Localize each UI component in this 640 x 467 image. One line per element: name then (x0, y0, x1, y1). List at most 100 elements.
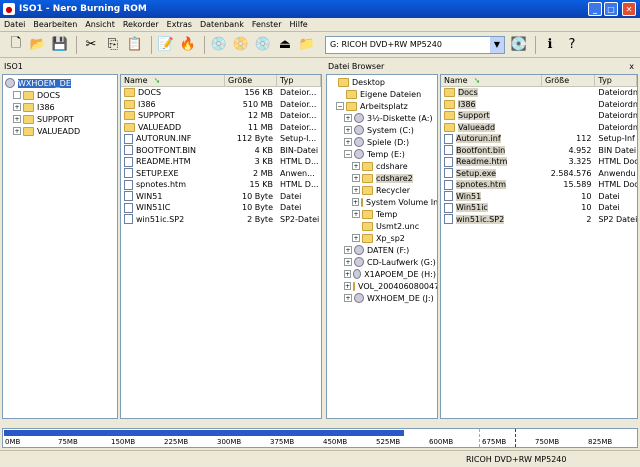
file-row[interactable]: BOOTFONT.BIN 4 KB BIN-Datei (121, 145, 321, 157)
menu-rekorder[interactable]: Rekorder (123, 20, 159, 29)
tree-item[interactable]: Usmt2.unc (328, 220, 436, 232)
expand-icon[interactable]: + (13, 127, 21, 135)
file-row[interactable]: WIN51IC 10 Byte Datei (121, 202, 321, 214)
tree-item[interactable]: + SUPPORT (5, 113, 115, 125)
tree-item[interactable]: + System (C:) (328, 124, 436, 136)
tree-item[interactable]: + VOL_2004060800470 (328, 280, 437, 292)
menu-ansicht[interactable]: Ansicht (85, 20, 115, 29)
tree-item[interactable]: + Spiele (D:) (328, 136, 436, 148)
file-row[interactable]: Support Dateiordn (441, 110, 637, 122)
file-row[interactable]: WIN51 10 Byte Datei (121, 191, 321, 203)
tree-root[interactable]: WXHOEM_DE (5, 77, 115, 89)
file-row[interactable]: Autorun.inf 112 Setup-Inf (441, 133, 637, 145)
copy-disc-icon[interactable]: 💿 (209, 35, 229, 55)
paste-icon[interactable]: 📋 (125, 35, 145, 55)
copy-icon[interactable]: ⎘ (103, 35, 123, 55)
tree-item[interactable]: Eigene Dateien (328, 88, 436, 100)
browser-tree[interactable]: Desktop Eigene Dateien − Arbeitsplatz +3½-Di… (326, 74, 438, 419)
compilation-file-list[interactable]: Name ➘ Größe Typ DOCS 156 KB Dateior... I386… (120, 74, 322, 419)
tree-item[interactable]: + Recycler (328, 184, 436, 196)
file-row[interactable]: Docs Dateiordn (441, 87, 637, 99)
tree-item[interactable]: + System Volume In (328, 196, 437, 208)
help-icon[interactable]: ? (562, 35, 582, 55)
expand-icon[interactable]: − (336, 102, 344, 110)
file-row[interactable]: Bootfont.bin 4.952 BIN Datei (441, 145, 637, 157)
maximize-button[interactable]: □ (604, 2, 618, 16)
file-row[interactable]: Setup.exe 2.584.576 Anwendu (441, 168, 637, 180)
column-name[interactable]: Name ➘ (121, 75, 225, 86)
tree-item[interactable]: DOCS (5, 89, 115, 101)
tree-item[interactable]: + Temp (328, 208, 436, 220)
expand-icon[interactable]: + (344, 258, 352, 266)
expand-icon[interactable]: + (344, 270, 352, 278)
tree-item[interactable]: + VALUEADD (5, 125, 115, 137)
minimize-button[interactable]: _ (588, 2, 602, 16)
file-row[interactable]: spnotes.htm 15 KB HTML D... (121, 179, 321, 191)
menu-extras[interactable]: Extras (167, 20, 192, 29)
tree-item[interactable]: + Xp_sp2 (328, 232, 436, 244)
eject-icon[interactable]: ⏏ (275, 35, 295, 55)
column-size[interactable]: Größe (542, 75, 596, 86)
disc-edit-icon[interactable]: 💿 (253, 35, 273, 55)
expand-icon[interactable]: + (352, 198, 360, 206)
tree-item[interactable]: + CD-Laufwerk (G:) (328, 256, 436, 268)
expand-icon[interactable]: − (344, 150, 352, 158)
expand-icon[interactable]: + (352, 234, 360, 242)
column-type[interactable]: Typ (277, 75, 321, 86)
menu-fenster[interactable]: Fenster (252, 20, 282, 29)
file-row[interactable]: SETUP.EXE 2 MB Anwen... (121, 168, 321, 180)
close-browser-button[interactable]: x (629, 62, 634, 71)
tree-item[interactable]: + DATEN (F:) (328, 244, 436, 256)
menu-datei[interactable]: Datei (4, 20, 25, 29)
file-row[interactable]: DOCS 156 KB Dateior... (121, 87, 321, 99)
menu-datenbank[interactable]: Datenbank (200, 20, 244, 29)
menu-bearbeiten[interactable]: Bearbeiten (33, 20, 77, 29)
open-icon[interactable]: 📂 (28, 35, 48, 55)
file-row[interactable]: AUTORUN.INF 112 Byte Setup-I... (121, 133, 321, 145)
save-icon[interactable]: 💾 (50, 35, 70, 55)
close-button[interactable]: ✕ (622, 2, 636, 16)
tree-item[interactable]: + WXHOEM_DE (J:) (328, 292, 436, 304)
file-row[interactable]: Valueadd Dateiordn (441, 122, 637, 134)
tree-item[interactable]: + I386 (5, 101, 115, 113)
column-size[interactable]: Größe (225, 75, 277, 86)
file-row[interactable]: Win51ic 10 Datei (441, 202, 637, 214)
file-row[interactable]: Readme.htm 3.325 HTML Doc (441, 156, 637, 168)
expand-icon[interactable]: + (344, 282, 352, 290)
compilation-tree[interactable]: WXHOEM_DE DOCS + I386 + SUPPORT + VALUEADD (2, 74, 118, 419)
expand-icon[interactable]: + (352, 162, 360, 170)
expand-icon[interactable]: + (344, 138, 352, 146)
tree-item[interactable]: + cdshare (328, 160, 436, 172)
info-icon[interactable]: ℹ (540, 35, 560, 55)
tree-item[interactable]: + X1APOEM_DE (H:) (328, 268, 436, 280)
compile-icon[interactable]: 📝 (156, 35, 176, 55)
tree-item[interactable]: + cdshare2 (328, 172, 436, 184)
tree-item[interactable]: +3½-Diskette (A:) (328, 112, 436, 124)
new-icon[interactable]: 🗋 (6, 35, 26, 55)
column-name[interactable]: Name ➘ (441, 75, 542, 86)
expand-icon[interactable]: + (13, 115, 21, 123)
expand-icon[interactable]: + (13, 103, 21, 111)
drive-icon[interactable]: 💽 (509, 35, 529, 55)
drive-select[interactable]: G: RICOH DVD+RW MP5240 ▼ (325, 35, 505, 54)
file-row[interactable]: VALUEADD 11 MB Dateior... (121, 122, 321, 134)
expand-icon[interactable]: + (352, 210, 360, 218)
burn-icon[interactable]: 🔥 (178, 35, 198, 55)
file-row[interactable]: README.HTM 3 KB HTML D... (121, 156, 321, 168)
expand-icon[interactable] (13, 91, 21, 99)
expand-icon[interactable]: + (344, 114, 352, 122)
tree-item[interactable]: Desktop (328, 76, 436, 88)
menu-hilfe[interactable]: Hilfe (290, 20, 308, 29)
file-row[interactable]: Win51 10 Datei (441, 191, 637, 203)
disc-info-icon[interactable]: 📀 (231, 35, 251, 55)
browser-file-list[interactable]: Name ➘ Größe Typ Docs Dateiordn I386 Dateior… (440, 74, 638, 419)
file-row[interactable]: spnotes.htm 15.589 HTML Doc (441, 179, 637, 191)
expand-icon[interactable]: + (352, 186, 360, 194)
folder-icon[interactable]: 📁 (297, 35, 317, 55)
column-type[interactable]: Typ (595, 75, 637, 86)
expand-icon[interactable]: + (352, 174, 360, 182)
file-row[interactable]: SUPPORT 12 MB Dateior... (121, 110, 321, 122)
tree-item[interactable]: − Temp (E:) (328, 148, 436, 160)
file-row[interactable]: win51ic.SP2 2 SP2 Datei (441, 214, 637, 226)
expand-icon[interactable]: + (344, 246, 352, 254)
